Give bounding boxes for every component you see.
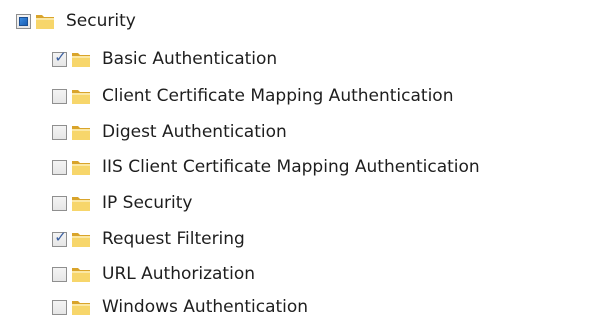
tree-item-label: Digest Authentication — [102, 122, 287, 142]
folder-icon — [72, 53, 90, 67]
basic-authentication-checkbox[interactable]: ✓ — [52, 47, 67, 67]
check-mark-icon — [53, 158, 68, 173]
request-filtering-checkbox[interactable]: ✓ — [52, 227, 67, 247]
check-mark-icon: ✓ — [54, 227, 67, 246]
folder-icon — [72, 197, 90, 211]
windows-authentication-checkbox[interactable] — [52, 298, 68, 315]
iis-client-certificate-mapping-authentication-checkbox[interactable] — [52, 158, 68, 175]
url-authorization-checkbox[interactable] — [52, 265, 68, 282]
tree-item-request-filtering[interactable]: ✓ Request Filtering — [52, 224, 245, 254]
tree-item-windows-authentication[interactable]: Windows Authentication — [52, 292, 308, 322]
folder-icon — [72, 161, 90, 175]
check-mark-icon — [53, 298, 68, 313]
check-mark-icon — [53, 265, 68, 280]
client-certificate-mapping-authentication-checkbox[interactable] — [52, 87, 68, 104]
tree-item-label: IP Security — [102, 193, 193, 213]
tree-item-security[interactable]: Security — [16, 6, 136, 36]
ip-security-checkbox[interactable] — [52, 194, 68, 211]
tree-item-client-certificate-mapping-authentication[interactable]: Client Certificate Mapping Authenticatio… — [52, 81, 453, 111]
tree-item-label: Windows Authentication — [102, 297, 309, 317]
folder-icon — [72, 301, 90, 315]
tree-item-label: Basic Authentication — [102, 49, 278, 69]
tree-item-digest-authentication[interactable]: Digest Authentication — [52, 117, 287, 147]
tree-item-iis-client-certificate-mapping-authentication[interactable]: IIS Client Certificate Mapping Authentic… — [52, 152, 480, 182]
folder-icon — [36, 15, 54, 29]
folder-icon — [72, 90, 90, 104]
tree-item-label: IIS Client Certificate Mapping Authentic… — [102, 157, 480, 177]
folder-icon — [72, 233, 90, 247]
tree-item-label: Request Filtering — [102, 229, 245, 249]
check-mark-icon — [53, 194, 68, 209]
tree-item-url-authorization[interactable]: URL Authorization — [52, 259, 255, 289]
check-mark-icon — [53, 123, 68, 138]
tree-item-basic-authentication[interactable]: ✓ Basic Authentication — [52, 44, 277, 74]
check-mark-icon: ✓ — [54, 47, 67, 66]
digest-authentication-checkbox[interactable] — [52, 123, 68, 140]
tree-item-ip-security[interactable]: IP Security — [52, 188, 192, 218]
tree-item-label: URL Authorization — [102, 264, 255, 284]
folder-icon — [72, 268, 90, 282]
tree-item-label: Security — [66, 11, 136, 31]
folder-icon — [72, 126, 90, 140]
security-tristate-checkbox[interactable] — [16, 13, 31, 29]
feature-tree: Security ✓ Basic Authentication Client C… — [0, 0, 594, 324]
check-mark-icon — [53, 87, 68, 102]
tree-item-label: Client Certificate Mapping Authenticatio… — [102, 86, 454, 106]
